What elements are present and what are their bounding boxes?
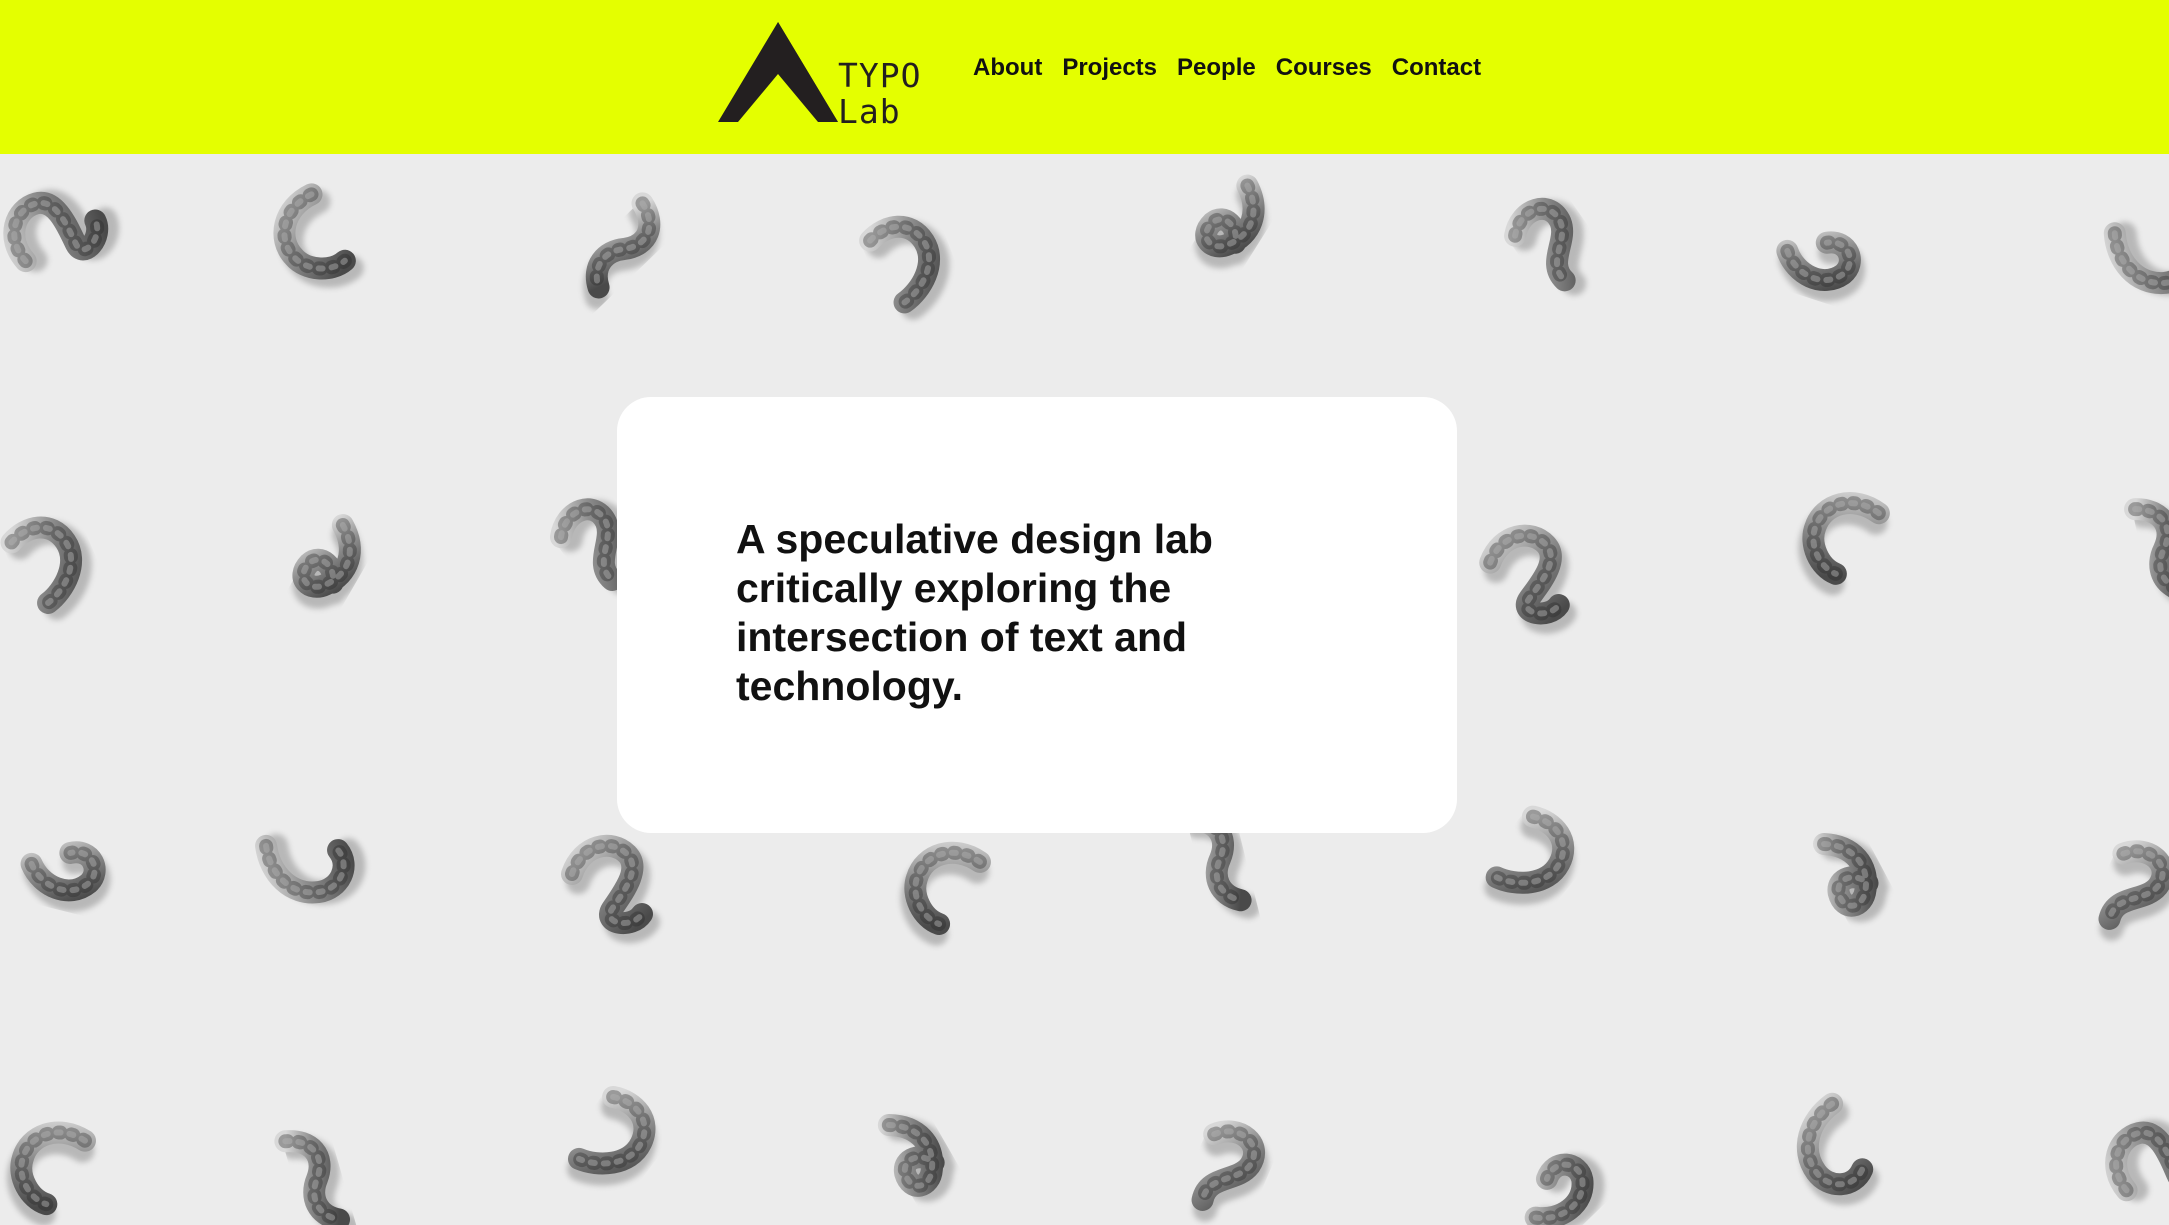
metal-glyph-26 bbox=[566, 1085, 657, 1186]
metal-glyph-22 bbox=[1813, 832, 1889, 922]
triangle-a-logo-icon bbox=[718, 22, 838, 122]
metal-glyph-17 bbox=[255, 833, 366, 905]
metal-glyph-9 bbox=[292, 514, 363, 609]
metal-glyph-1 bbox=[273, 183, 364, 288]
metal-glyph-7 bbox=[2103, 221, 2169, 296]
metal-glyph-28 bbox=[1191, 1120, 1269, 1222]
metal-glyph-24 bbox=[6, 1121, 96, 1225]
metal-glyph-23 bbox=[2098, 840, 2169, 941]
metal-glyph-21 bbox=[1484, 805, 1575, 905]
metal-glyph-5 bbox=[1504, 197, 1587, 296]
metal-glyph-13 bbox=[1479, 524, 1577, 634]
logo-link[interactable]: TYPO Lab bbox=[718, 22, 928, 130]
metal-glyph-27 bbox=[877, 1114, 955, 1202]
metal-glyph-14 bbox=[1798, 492, 1890, 596]
logo-text: TYPO Lab bbox=[838, 58, 921, 130]
metal-glyph-18 bbox=[561, 834, 660, 944]
intro-card: A speculative design lab critically expl… bbox=[617, 397, 1457, 833]
nav-projects[interactable]: Projects bbox=[1062, 54, 1157, 82]
nav-about[interactable]: About bbox=[973, 54, 1042, 82]
metal-glyph-4 bbox=[1195, 174, 1267, 269]
intro-headline: A speculative design lab critically expl… bbox=[736, 516, 1213, 709]
metal-glyph-2 bbox=[583, 192, 661, 310]
site-header: TYPO Lab About Projects People Courses C… bbox=[0, 0, 2169, 154]
main-nav: About Projects People Courses Contact bbox=[973, 54, 1481, 82]
metal-glyph-0 bbox=[3, 189, 119, 273]
page: TYPO Lab About Projects People Courses C… bbox=[0, 0, 2169, 1225]
metal-glyph-31 bbox=[2105, 1119, 2169, 1202]
logo-line-typo: TYPO bbox=[838, 56, 922, 95]
nav-courses[interactable]: Courses bbox=[1276, 54, 1372, 82]
metal-glyph-15 bbox=[2124, 498, 2169, 610]
metal-glyph-8 bbox=[0, 516, 92, 620]
metal-glyph-19 bbox=[900, 841, 991, 946]
metal-glyph-29 bbox=[1524, 1153, 1605, 1225]
metal-glyph-25 bbox=[274, 1130, 359, 1225]
metal-glyph-30 bbox=[1796, 1092, 1879, 1206]
metal-glyph-3 bbox=[859, 215, 950, 320]
nav-contact[interactable]: Contact bbox=[1392, 54, 1481, 82]
metal-glyph-6 bbox=[1776, 231, 1866, 302]
metal-glyph-16 bbox=[20, 841, 111, 912]
logo-line-lab: Lab bbox=[838, 92, 901, 131]
nav-people[interactable]: People bbox=[1177, 54, 1256, 82]
